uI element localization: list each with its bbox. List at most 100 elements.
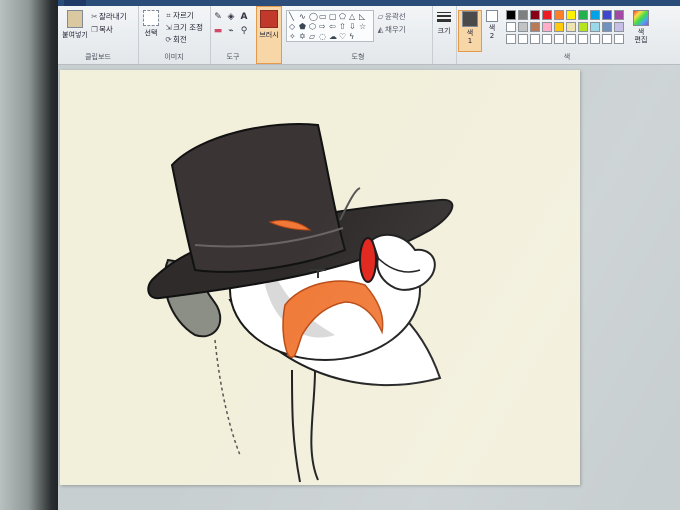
- heart-shape-icon[interactable]: ♡: [339, 32, 346, 42]
- six-point-star-shape-icon[interactable]: ✡: [299, 32, 306, 42]
- polygon-shape-icon[interactable]: ⬠: [339, 12, 346, 22]
- palette-swatch[interactable]: [590, 10, 600, 20]
- crop-label: 자르기: [173, 11, 194, 20]
- palette-swatch[interactable]: [590, 22, 600, 32]
- palette-swatch[interactable]: [518, 10, 528, 20]
- palette-swatch[interactable]: [566, 34, 576, 44]
- palette-swatch[interactable]: [578, 34, 588, 44]
- star-shape-icon[interactable]: ☆: [359, 22, 366, 32]
- color2-swatch: [486, 10, 498, 22]
- palette-swatch[interactable]: [614, 22, 624, 32]
- callout-rectangle-shape-icon[interactable]: ▱: [309, 32, 315, 42]
- palette-swatch[interactable]: [542, 34, 552, 44]
- cloud-callout-shape-icon[interactable]: ☁: [329, 32, 337, 42]
- magnifier-icon[interactable]: ⚲: [239, 26, 249, 36]
- select-button[interactable]: 선택: [139, 10, 163, 38]
- diamond-shape-icon[interactable]: ◇: [289, 22, 295, 32]
- palette-swatch[interactable]: [506, 22, 516, 32]
- palette-swatch[interactable]: [542, 22, 552, 32]
- palette-swatch[interactable]: [554, 34, 564, 44]
- palette-swatch[interactable]: [614, 34, 624, 44]
- brushes-button[interactable]: 브러시: [256, 6, 282, 64]
- palette-swatch[interactable]: [602, 22, 612, 32]
- outline-icon: ▱: [377, 12, 384, 21]
- arrow-left-shape-icon[interactable]: ⇦: [329, 22, 336, 32]
- crop-icon: ⌗: [166, 11, 171, 20]
- clipboard-group-label: 클립보드: [85, 53, 111, 61]
- palette-swatch[interactable]: [506, 34, 516, 44]
- coat-line: [310, 369, 319, 481]
- resize-button[interactable]: ⇲크기 조정: [164, 22, 203, 33]
- palette-swatch[interactable]: [530, 10, 540, 20]
- palette-swatch[interactable]: [542, 10, 552, 20]
- callout-oval-shape-icon[interactable]: ◌: [319, 32, 326, 42]
- palette-swatch[interactable]: [602, 10, 612, 20]
- size-button[interactable]: 크기: [432, 6, 457, 64]
- arrow-up-shape-icon[interactable]: ⇧: [339, 22, 346, 32]
- palette-swatch[interactable]: [530, 34, 540, 44]
- tools-group: ✎ ◈ A ▬ ⌁ ⚲ 도구: [210, 6, 257, 64]
- outline-dropdown[interactable]: ▱ 윤곽선: [376, 11, 406, 22]
- copy-label: 복사: [99, 25, 113, 34]
- color1-button[interactable]: 색 1: [458, 10, 482, 52]
- line-size-icon: [437, 12, 451, 22]
- color-picker-icon[interactable]: ⌁: [226, 26, 236, 36]
- palette-swatch[interactable]: [554, 22, 564, 32]
- arrow-down-shape-icon[interactable]: ⇩: [349, 22, 356, 32]
- drawing-canvas[interactable]: [60, 70, 580, 485]
- cut-button[interactable]: ✂잘라내기: [90, 11, 126, 22]
- pentagon-shape-icon[interactable]: ⬟: [299, 22, 306, 32]
- palette-swatch[interactable]: [590, 34, 600, 44]
- palette-swatch[interactable]: [578, 22, 588, 32]
- edit-colors-button[interactable]: 색 편집: [630, 10, 652, 44]
- palette-swatch[interactable]: [566, 22, 576, 32]
- fill-label: 채우기: [385, 25, 406, 34]
- text-icon[interactable]: A: [239, 12, 249, 22]
- canvas-workspace: [58, 65, 680, 510]
- eraser-icon[interactable]: ▬: [213, 26, 223, 36]
- lightning-shape-icon[interactable]: ϟ: [349, 32, 354, 42]
- color2-button[interactable]: 색 2: [482, 10, 502, 40]
- palette-swatch[interactable]: [602, 34, 612, 44]
- rounded-rectangle-shape-icon[interactable]: ▢: [329, 12, 337, 22]
- arrow-right-shape-icon[interactable]: ⇨: [319, 22, 326, 32]
- paste-button[interactable]: 붙여넣기: [60, 10, 90, 40]
- colors-group-label: 색: [563, 53, 571, 61]
- shapes-group-label: 도형: [351, 53, 365, 61]
- right-triangle-shape-icon[interactable]: ◺: [359, 12, 365, 22]
- crop-button[interactable]: ⌗ 자르기: [164, 10, 194, 21]
- palette-swatch[interactable]: [518, 22, 528, 32]
- palette-swatch[interactable]: [518, 34, 528, 44]
- fill-dropdown[interactable]: ◭ 채우기: [376, 24, 406, 35]
- resize-icon: ⇲: [165, 23, 172, 32]
- tools-group-label: 도구: [226, 53, 240, 61]
- copy-icon: ❐: [91, 25, 98, 34]
- rainbow-palette-icon: [633, 10, 649, 26]
- image-group: 선택 ⌗ 자르기 ⇲크기 조정 ⟳회전 이미지: [138, 6, 211, 64]
- brush-icon: [260, 10, 278, 28]
- triangle-shape-icon[interactable]: △: [349, 12, 355, 22]
- palette-swatch[interactable]: [566, 10, 576, 20]
- palette-swatch[interactable]: [614, 10, 624, 20]
- palette-swatch[interactable]: [530, 22, 540, 32]
- four-point-star-shape-icon[interactable]: ✧: [289, 32, 296, 42]
- paint-window: 붙여넣기 ✂잘라내기 ❐복사 클립보드 선택 ⌗ 자르기 ⇲크기 조정 ⟳회전 …: [58, 0, 680, 510]
- shape-gallery[interactable]: ╲ ∿ ◯ ▭ ▢ ⬠ △ ◺ ◇ ⬟ ⬡ ⇨ ⇦ ⇧ ⇩ ☆ ✧ ✡ ▱ ◌: [286, 10, 374, 42]
- image-group-label: 이미지: [164, 53, 184, 61]
- pencil-icon[interactable]: ✎: [213, 12, 223, 22]
- copy-button[interactable]: ❐복사: [90, 24, 113, 35]
- coat-line-2: [291, 369, 301, 483]
- line-shape-icon[interactable]: ╲: [289, 12, 294, 22]
- rectangle-shape-icon[interactable]: ▭: [319, 12, 327, 22]
- fill-icon: ◭: [377, 25, 384, 34]
- rotate-button[interactable]: ⟳회전: [164, 34, 186, 45]
- palette-swatch[interactable]: [506, 10, 516, 20]
- hexagon-shape-icon[interactable]: ⬡: [309, 22, 316, 32]
- gentleman-drawing: [147, 123, 454, 483]
- palette-swatch[interactable]: [578, 10, 588, 20]
- clipboard-group: 붙여넣기 ✂잘라내기 ❐복사 클립보드: [58, 6, 139, 64]
- palette-swatch[interactable]: [554, 10, 564, 20]
- oval-shape-icon[interactable]: ◯: [309, 12, 318, 22]
- fill-bucket-icon[interactable]: ◈: [226, 12, 236, 22]
- curve-shape-icon[interactable]: ∿: [299, 12, 306, 22]
